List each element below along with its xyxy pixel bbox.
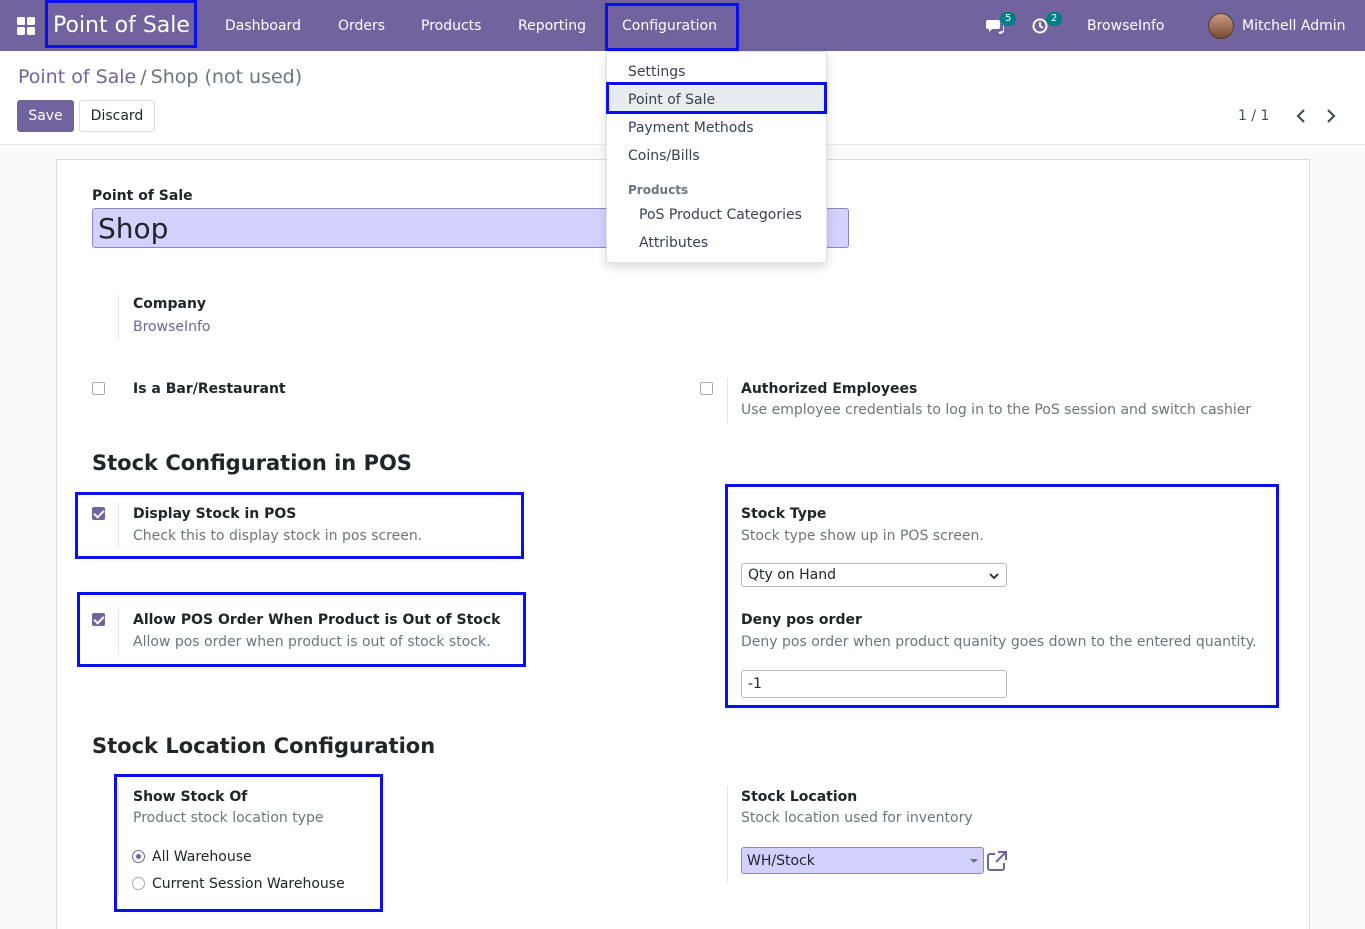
is-bar-label: Is a Bar/Restaurant bbox=[133, 381, 286, 397]
top-navbar: Point of Sale Dashboard Orders Products … bbox=[0, 0, 1365, 51]
app-brand[interactable]: Point of Sale bbox=[53, 0, 190, 51]
menu-configuration[interactable]: Configuration bbox=[622, 0, 717, 51]
dropdown-products-header: Products bbox=[628, 183, 689, 197]
external-link-icon[interactable] bbox=[986, 850, 1008, 872]
show-stock-label: Show Stock Of bbox=[133, 789, 248, 805]
dropdown-coins-bills[interactable]: Coins/Bills bbox=[607, 142, 826, 170]
chevron-left-icon[interactable] bbox=[1290, 104, 1312, 128]
menu-products[interactable]: Products bbox=[421, 0, 481, 51]
deny-order-help: Deny pos order when product quanity goes… bbox=[741, 634, 1257, 650]
stock-type-select[interactable]: Qty on Hand bbox=[741, 563, 1007, 587]
field-divider bbox=[118, 786, 119, 896]
messages-button[interactable]: 5 bbox=[986, 0, 1017, 51]
company-value-link[interactable]: BrowseInfo bbox=[133, 319, 210, 335]
menu-dashboard[interactable]: Dashboard bbox=[225, 0, 301, 51]
field-divider bbox=[727, 503, 728, 698]
menu-reporting[interactable]: Reporting bbox=[518, 0, 586, 51]
clock-icon: 2 bbox=[1032, 0, 1063, 51]
radio-current-session-warehouse-label: Current Session Warehouse bbox=[152, 876, 345, 892]
breadcrumb-current: Shop (not used) bbox=[150, 66, 303, 88]
stock-location-value: WH/Stock bbox=[747, 852, 815, 869]
dropdown-point-of-sale[interactable]: Point of Sale bbox=[607, 86, 826, 114]
company-label: Company bbox=[133, 296, 207, 312]
stock-location-help: Stock location used for inventory bbox=[741, 810, 973, 826]
display-stock-checkbox[interactable] bbox=[92, 507, 105, 520]
chevron-down-icon bbox=[989, 573, 999, 580]
stock-type-label: Stock Type bbox=[741, 506, 827, 522]
save-button[interactable]: Save bbox=[17, 100, 74, 132]
menu-orders[interactable]: Orders bbox=[338, 0, 385, 51]
dropdown-payment-methods[interactable]: Payment Methods bbox=[607, 114, 826, 142]
pager-value: 1 / 1 bbox=[1238, 108, 1270, 124]
field-divider bbox=[727, 378, 728, 423]
display-stock-help: Check this to display stock in pos scree… bbox=[133, 528, 423, 544]
stock-type-value: Qty on Hand bbox=[748, 567, 836, 583]
stock-location-input[interactable]: WH/Stock bbox=[741, 847, 984, 874]
allow-order-checkbox[interactable] bbox=[92, 613, 105, 626]
name-field-label: Point of Sale bbox=[92, 188, 193, 204]
activities-button[interactable]: 2 bbox=[1032, 0, 1063, 51]
stock-config-section-title: Stock Configuration in POS bbox=[92, 451, 412, 475]
breadcrumb-parent-link[interactable]: Point of Sale bbox=[18, 66, 136, 88]
location-config-section-title: Stock Location Configuration bbox=[92, 734, 436, 758]
messages-badge: 5 bbox=[1000, 12, 1017, 26]
deny-order-input[interactable]: -1 bbox=[741, 670, 1007, 698]
activities-badge: 2 bbox=[1046, 12, 1063, 26]
authorized-employees-label: Authorized Employees bbox=[741, 381, 918, 397]
dropdown-pos-product-categories[interactable]: PoS Product Categories bbox=[607, 201, 826, 229]
authorized-employees-help: Use employee credentials to log in to th… bbox=[741, 402, 1252, 418]
dropdown-settings[interactable]: Settings bbox=[607, 58, 826, 86]
allow-order-label: Allow POS Order When Product is Out of S… bbox=[133, 612, 501, 628]
user-menu[interactable]: Mitchell Admin bbox=[1242, 0, 1346, 51]
field-divider bbox=[118, 503, 119, 548]
field-divider bbox=[727, 786, 728, 883]
stock-location-label: Stock Location bbox=[741, 789, 858, 805]
field-divider bbox=[118, 609, 119, 654]
is-bar-checkbox[interactable] bbox=[92, 382, 105, 395]
chat-icon: 5 bbox=[986, 0, 1017, 51]
field-divider bbox=[118, 295, 119, 340]
caret-down-icon[interactable] bbox=[970, 859, 978, 863]
stock-type-help: Stock type show up in POS screen. bbox=[741, 528, 984, 544]
radio-all-warehouse-label: All Warehouse bbox=[152, 849, 252, 865]
radio-current-session-warehouse[interactable] bbox=[132, 877, 145, 890]
authorized-employees-checkbox[interactable] bbox=[700, 382, 713, 395]
breadcrumb: Point of Sale / Shop (not used) bbox=[18, 66, 302, 88]
apps-grid-icon[interactable] bbox=[17, 0, 35, 51]
show-stock-help: Product stock location type bbox=[133, 810, 324, 826]
user-avatar[interactable] bbox=[1208, 0, 1234, 51]
allow-order-help: Allow pos order when product is out of s… bbox=[133, 634, 491, 650]
breadcrumb-separator: / bbox=[140, 66, 147, 88]
deny-order-label: Deny pos order bbox=[741, 612, 862, 628]
discard-button[interactable]: Discard bbox=[79, 100, 155, 132]
company-switcher[interactable]: BrowseInfo bbox=[1087, 0, 1164, 51]
configuration-dropdown: Settings Point of Sale Payment Methods C… bbox=[606, 51, 827, 263]
radio-all-warehouse[interactable] bbox=[132, 850, 145, 863]
dropdown-attributes[interactable]: Attributes bbox=[607, 229, 826, 257]
display-stock-label: Display Stock in POS bbox=[133, 506, 297, 522]
chevron-right-icon[interactable] bbox=[1320, 104, 1342, 128]
